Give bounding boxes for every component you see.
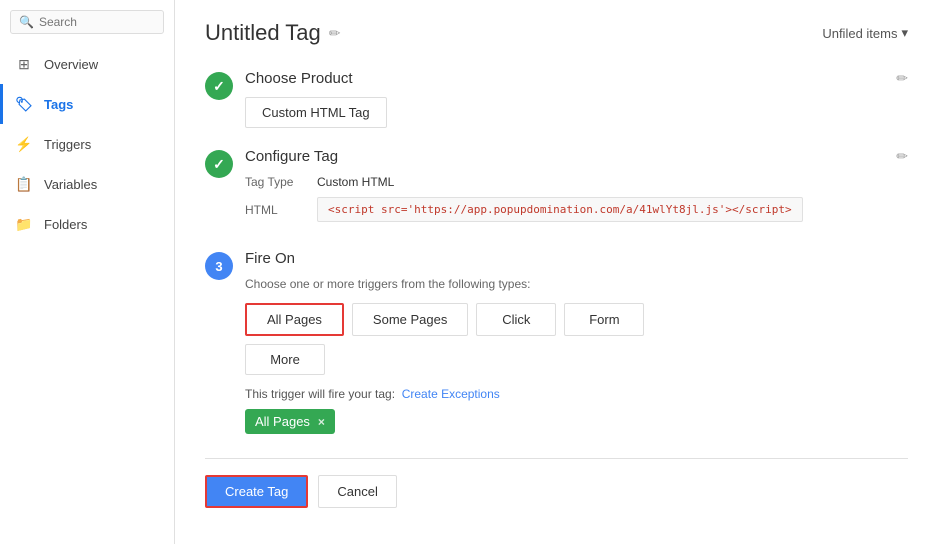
sidebar: 🔍 ⊞ Overview 🏷 Tags ⚡ Triggers 📋 Variabl… [0, 0, 175, 544]
sidebar-item-label: Variables [44, 177, 97, 192]
page-title: Untitled Tag [205, 20, 321, 46]
sidebar-item-tags[interactable]: 🏷 Tags [0, 84, 174, 124]
trigger-buttons-row: All Pages Some Pages Click Form [245, 303, 908, 336]
search-input[interactable] [39, 15, 155, 29]
tags-icon: 🏷 [14, 94, 34, 114]
fire-on-step-icon: 3 [205, 252, 233, 280]
tag-config: Tag Type Custom HTML HTML <script src='h… [245, 175, 908, 222]
choose-product-title: Choose Product [245, 70, 353, 87]
unfiled-items-button[interactable]: Unfiled items ▾ [822, 25, 908, 41]
sidebar-item-folders[interactable]: 📁 Folders [0, 204, 174, 244]
trigger-form-button[interactable]: Form [564, 303, 644, 336]
trigger-click-button[interactable]: Click [476, 303, 556, 336]
main-content: Untitled Tag ✏ Unfiled items ▾ ✓ Choose … [175, 0, 938, 544]
trigger-more-button[interactable]: More [245, 344, 325, 375]
active-tag-badge: All Pages × [245, 409, 908, 434]
sidebar-item-label: Tags [44, 97, 73, 112]
badge-close-button[interactable]: × [318, 415, 325, 429]
search-icon: 🔍 [19, 15, 34, 29]
tag-type-value: Custom HTML [317, 175, 394, 189]
choose-product-edit-icon[interactable]: ✏ [896, 70, 908, 87]
trigger-row2: More [245, 344, 908, 375]
trigger-all-pages-button[interactable]: All Pages [245, 303, 344, 336]
fire-on-title: Fire On [245, 250, 295, 267]
choose-product-check-icon: ✓ [205, 72, 233, 100]
choose-product-content: Choose Product ✏ Custom HTML Tag [245, 70, 908, 128]
sidebar-item-label: Overview [44, 57, 98, 72]
cancel-button[interactable]: Cancel [318, 475, 396, 508]
tag-type-row: Tag Type Custom HTML [245, 175, 908, 189]
chevron-down-icon: ▾ [901, 25, 908, 41]
fire-on-section: 3 Fire On Choose one or more triggers fr… [205, 250, 908, 434]
create-tag-button[interactable]: Create Tag [205, 475, 308, 508]
sidebar-item-label: Triggers [44, 137, 91, 152]
choose-product-section: ✓ Choose Product ✏ Custom HTML Tag [205, 70, 908, 128]
overview-icon: ⊞ [14, 54, 34, 74]
fire-on-header: Fire On [245, 250, 908, 267]
html-label: HTML [245, 203, 305, 217]
badge-label: All Pages [255, 414, 310, 429]
trigger-some-pages-button[interactable]: Some Pages [352, 303, 468, 336]
html-row: HTML <script src='https://app.popupdomin… [245, 197, 908, 222]
configure-tag-header: Configure Tag ✏ [245, 148, 908, 165]
custom-html-tag-button[interactable]: Custom HTML Tag [245, 97, 387, 128]
variables-icon: 📋 [14, 174, 34, 194]
configure-tag-check-icon: ✓ [205, 150, 233, 178]
sidebar-nav: ⊞ Overview 🏷 Tags ⚡ Triggers 📋 Variables… [0, 44, 174, 244]
step-number: 3 [215, 259, 222, 274]
tag-type-label: Tag Type [245, 175, 305, 189]
sidebar-item-label: Folders [44, 217, 87, 232]
page-header: Untitled Tag ✏ Unfiled items ▾ [205, 20, 908, 46]
configure-tag-title: Configure Tag [245, 148, 338, 165]
folders-icon: 📁 [14, 214, 34, 234]
fire-trigger-label: This trigger will fire your tag: Create … [245, 387, 908, 401]
all-pages-badge: All Pages × [245, 409, 335, 434]
configure-tag-edit-icon[interactable]: ✏ [896, 148, 908, 165]
sidebar-item-triggers[interactable]: ⚡ Triggers [0, 124, 174, 164]
edit-icon[interactable]: ✏ [329, 25, 341, 42]
sidebar-item-variables[interactable]: 📋 Variables [0, 164, 174, 204]
bottom-actions: Create Tag Cancel [205, 458, 908, 508]
page-title-wrap: Untitled Tag ✏ [205, 20, 341, 46]
html-code: <script src='https://app.popupdomination… [317, 197, 803, 222]
configure-tag-section: ✓ Configure Tag ✏ Tag Type Custom HTML H… [205, 148, 908, 230]
fire-on-description: Choose one or more triggers from the fol… [245, 277, 908, 291]
configure-tag-content: Configure Tag ✏ Tag Type Custom HTML HTM… [245, 148, 908, 230]
search-box[interactable]: 🔍 [10, 10, 164, 34]
unfiled-label: Unfiled items [822, 26, 897, 41]
triggers-icon: ⚡ [14, 134, 34, 154]
choose-product-header: Choose Product ✏ [245, 70, 908, 87]
fire-on-content: Fire On Choose one or more triggers from… [245, 250, 908, 434]
create-exceptions-link[interactable]: Create Exceptions [402, 387, 500, 401]
sidebar-item-overview[interactable]: ⊞ Overview [0, 44, 174, 84]
